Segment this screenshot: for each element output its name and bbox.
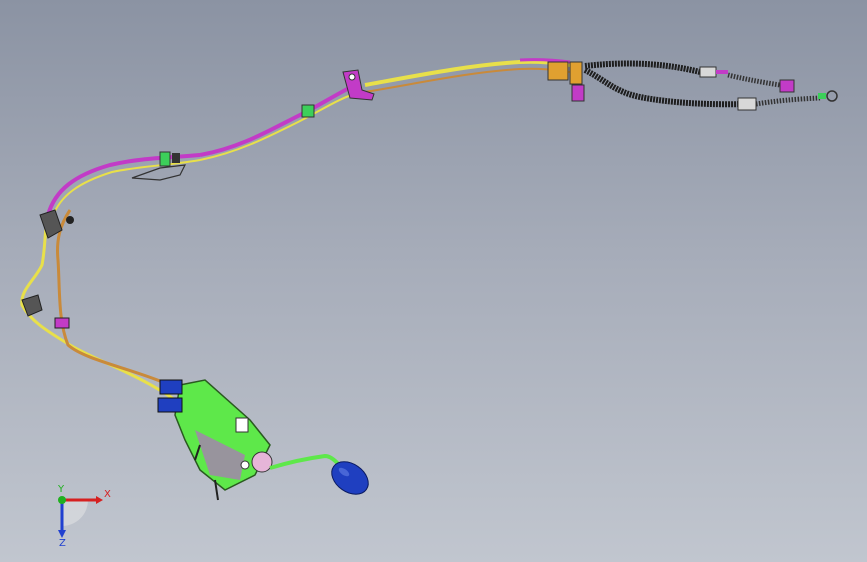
y-axis-dot [58, 496, 66, 504]
right-mounting-bracket [547, 61, 585, 102]
x-axis-arrow [96, 496, 103, 504]
cable-magenta-middle [199, 83, 356, 157]
cable-yellow-upper [364, 59, 571, 87]
triad-base [62, 500, 88, 526]
conduit-black-lower [583, 67, 746, 108]
x-axis-label: X [104, 489, 111, 500]
cable-clip-green [301, 104, 315, 118]
cable-assembly-model[interactable] [0, 0, 867, 562]
shift-lever-rod [269, 453, 342, 470]
shift-knob[interactable] [326, 455, 375, 501]
graphics-viewport[interactable]: X Z Y [0, 0, 867, 562]
y-axis-label: Y [57, 484, 65, 495]
cable-yellow-left [51, 159, 201, 219]
z-axis-label: Z [59, 538, 66, 547]
cable-end-fitting-upper [699, 66, 795, 93]
shifter-housing [174, 379, 273, 501]
cable-end-fitting-lower [737, 90, 838, 111]
z-axis-arrow [58, 530, 66, 538]
cable-orange-lower [56, 209, 171, 387]
cable-yellow-lower [20, 209, 176, 402]
conduit-black-upper [584, 60, 701, 75]
coordinate-triad: X Z Y [57, 484, 111, 547]
